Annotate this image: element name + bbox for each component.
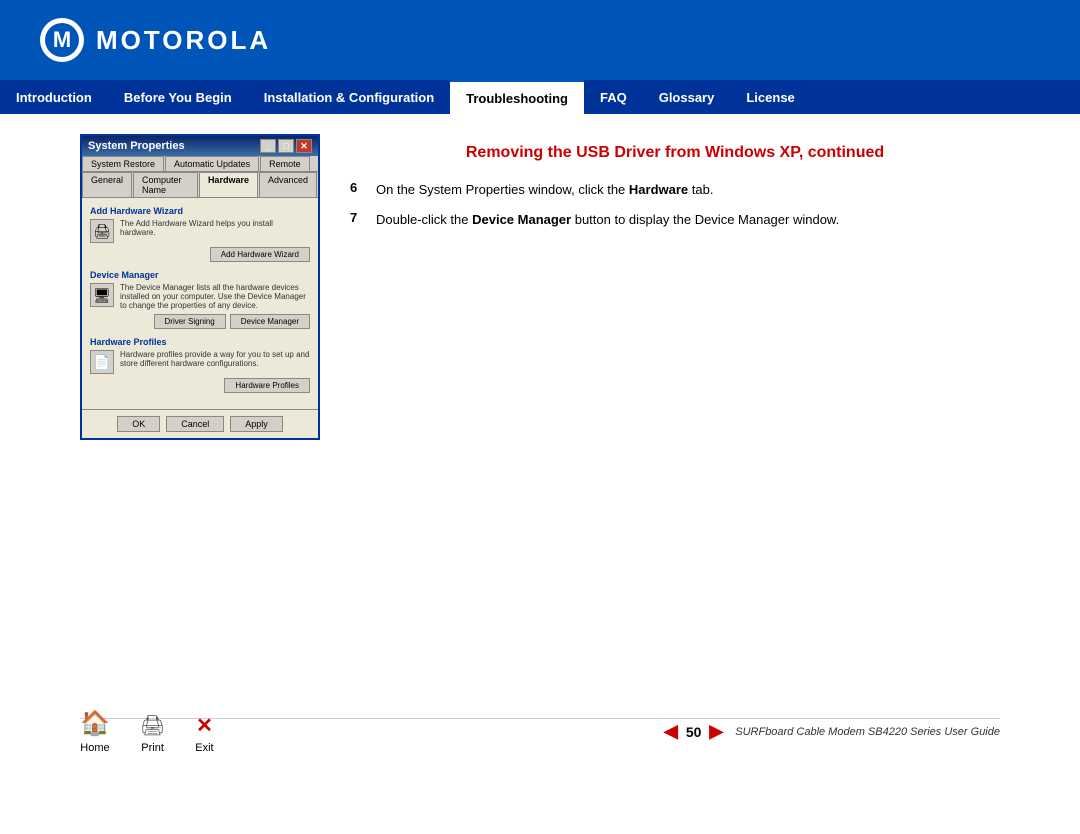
add-hardware-wizard-button[interactable]: Add Hardware Wizard xyxy=(210,247,310,262)
add-hardware-icon: 🖨 xyxy=(90,219,114,243)
hardware-profiles-text: Hardware profiles provide a way for you … xyxy=(120,350,310,368)
tab-hardware[interactable]: Hardware xyxy=(199,172,258,197)
device-manager-section: Device Manager 🖥 The Device Manager list… xyxy=(90,270,310,329)
device-manager-content: 🖥 The Device Manager lists all the hardw… xyxy=(90,283,310,310)
hardware-profiles-button[interactable]: Hardware Profiles xyxy=(224,378,310,393)
dialog-tabs-row2: General Computer Name Hardware Advanced xyxy=(82,172,318,198)
exit-label: Exit xyxy=(195,742,213,754)
nav-installation[interactable]: Installation & Configuration xyxy=(248,80,450,114)
print-label: Print xyxy=(141,742,164,754)
footer-navigation: 🏠 Home 🖨 Print ✕ Exit xyxy=(80,709,214,754)
home-button[interactable]: 🏠 Home xyxy=(80,709,110,754)
home-label: Home xyxy=(80,742,109,754)
dialog-title: System Properties xyxy=(88,140,185,152)
close-button[interactable]: ✕ xyxy=(296,139,312,153)
page-title: Removing the USB Driver from Windows XP,… xyxy=(350,144,1000,162)
driver-signing-button[interactable]: Driver Signing xyxy=(154,314,226,329)
tab-remote[interactable]: Remote xyxy=(260,156,310,171)
nav-faq[interactable]: FAQ xyxy=(584,80,643,114)
add-hardware-text: The Add Hardware Wizard helps you instal… xyxy=(120,219,310,237)
device-manager-title: Device Manager xyxy=(90,270,310,280)
logo-container: M MOTOROLA xyxy=(40,18,271,62)
dialog-bottom-buttons: OK Cancel Apply xyxy=(82,409,318,438)
windows-dialog: System Properties _ □ ✕ System Restore A… xyxy=(80,134,320,440)
dialog-title-bar: System Properties _ □ ✕ xyxy=(82,136,318,156)
page-header: M MOTOROLA xyxy=(0,0,1080,80)
print-icon: 🖨 xyxy=(140,713,165,738)
page-navigation: ◀ 50 ▶ xyxy=(664,721,723,742)
tab-system-restore[interactable]: System Restore xyxy=(82,156,164,171)
tab-computer-name[interactable]: Computer Name xyxy=(133,172,198,197)
step-7: 7 Double-click the Device Manager button… xyxy=(350,210,1000,230)
guide-title: SURFboard Cable Modem SB4220 Series User… xyxy=(735,726,1000,738)
nav-before-you-begin[interactable]: Before You Begin xyxy=(108,80,248,114)
home-icon: 🏠 xyxy=(80,709,110,738)
nav-troubleshooting[interactable]: Troubleshooting xyxy=(450,80,584,114)
hardware-profiles-section: Hardware Profiles 📄 Hardware profiles pr… xyxy=(90,337,310,393)
device-manager-btn-row: Driver Signing Device Manager xyxy=(90,314,310,329)
nav-introduction[interactable]: Introduction xyxy=(0,80,108,114)
tab-automatic-updates[interactable]: Automatic Updates xyxy=(165,156,259,171)
motorola-badge: M xyxy=(40,18,84,62)
screenshot-container: System Properties _ □ ✕ System Restore A… xyxy=(80,134,320,440)
prev-page-arrow[interactable]: ◀ xyxy=(664,721,678,742)
print-button[interactable]: 🖨 Print xyxy=(140,713,165,754)
next-page-arrow[interactable]: ▶ xyxy=(709,721,723,742)
tab-advanced[interactable]: Advanced xyxy=(259,172,317,197)
main-content: System Properties _ □ ✕ System Restore A… xyxy=(0,114,1080,460)
footer-page-info: ◀ 50 ▶ SURFboard Cable Modem SB4220 Seri… xyxy=(664,721,1000,742)
add-hardware-section: Add Hardware Wizard 🖨 The Add Hardware W… xyxy=(90,206,310,262)
step-7-number: 7 xyxy=(350,210,366,230)
step-6: 6 On the System Properties window, click… xyxy=(350,180,1000,200)
device-manager-icon: 🖥 xyxy=(90,283,114,307)
nav-license[interactable]: License xyxy=(730,80,810,114)
add-hardware-btn-row: Add Hardware Wizard xyxy=(90,247,310,262)
instructions-panel: Removing the USB Driver from Windows XP,… xyxy=(350,134,1000,440)
dialog-tabs-row1: System Restore Automatic Updates Remote xyxy=(82,156,318,172)
hardware-profiles-content: 📄 Hardware profiles provide a way for yo… xyxy=(90,350,310,374)
cancel-button[interactable]: Cancel xyxy=(166,416,224,432)
exit-icon: ✕ xyxy=(196,713,213,738)
add-hardware-content: 🖨 The Add Hardware Wizard helps you inst… xyxy=(90,219,310,243)
logo-text: MOTOROLA xyxy=(96,25,271,56)
dialog-body: Add Hardware Wizard 🖨 The Add Hardware W… xyxy=(82,198,318,409)
minimize-button[interactable]: _ xyxy=(260,139,276,153)
device-manager-text: The Device Manager lists all the hardwar… xyxy=(120,283,310,310)
ok-button[interactable]: OK xyxy=(117,416,160,432)
nav-glossary[interactable]: Glossary xyxy=(643,80,731,114)
maximize-button[interactable]: □ xyxy=(278,139,294,153)
tab-general[interactable]: General xyxy=(82,172,132,197)
apply-button[interactable]: Apply xyxy=(230,416,283,432)
page-footer: 🏠 Home 🖨 Print ✕ Exit ◀ 50 ▶ SURFboard C… xyxy=(0,709,1080,754)
hardware-profiles-title: Hardware Profiles xyxy=(90,337,310,347)
step-6-text: On the System Properties window, click t… xyxy=(376,180,713,200)
exit-button[interactable]: ✕ Exit xyxy=(195,713,213,754)
page-number: 50 xyxy=(686,724,702,740)
add-hardware-title: Add Hardware Wizard xyxy=(90,206,310,216)
hardware-profiles-icon: 📄 xyxy=(90,350,114,374)
navigation-bar: Introduction Before You Begin Installati… xyxy=(0,80,1080,114)
dialog-title-buttons: _ □ ✕ xyxy=(260,139,312,153)
hardware-profiles-btn-row: Hardware Profiles xyxy=(90,378,310,393)
step-7-text: Double-click the Device Manager button t… xyxy=(376,210,839,230)
device-manager-button[interactable]: Device Manager xyxy=(230,314,310,329)
step-6-number: 6 xyxy=(350,180,366,200)
svg-text:M: M xyxy=(53,27,71,52)
